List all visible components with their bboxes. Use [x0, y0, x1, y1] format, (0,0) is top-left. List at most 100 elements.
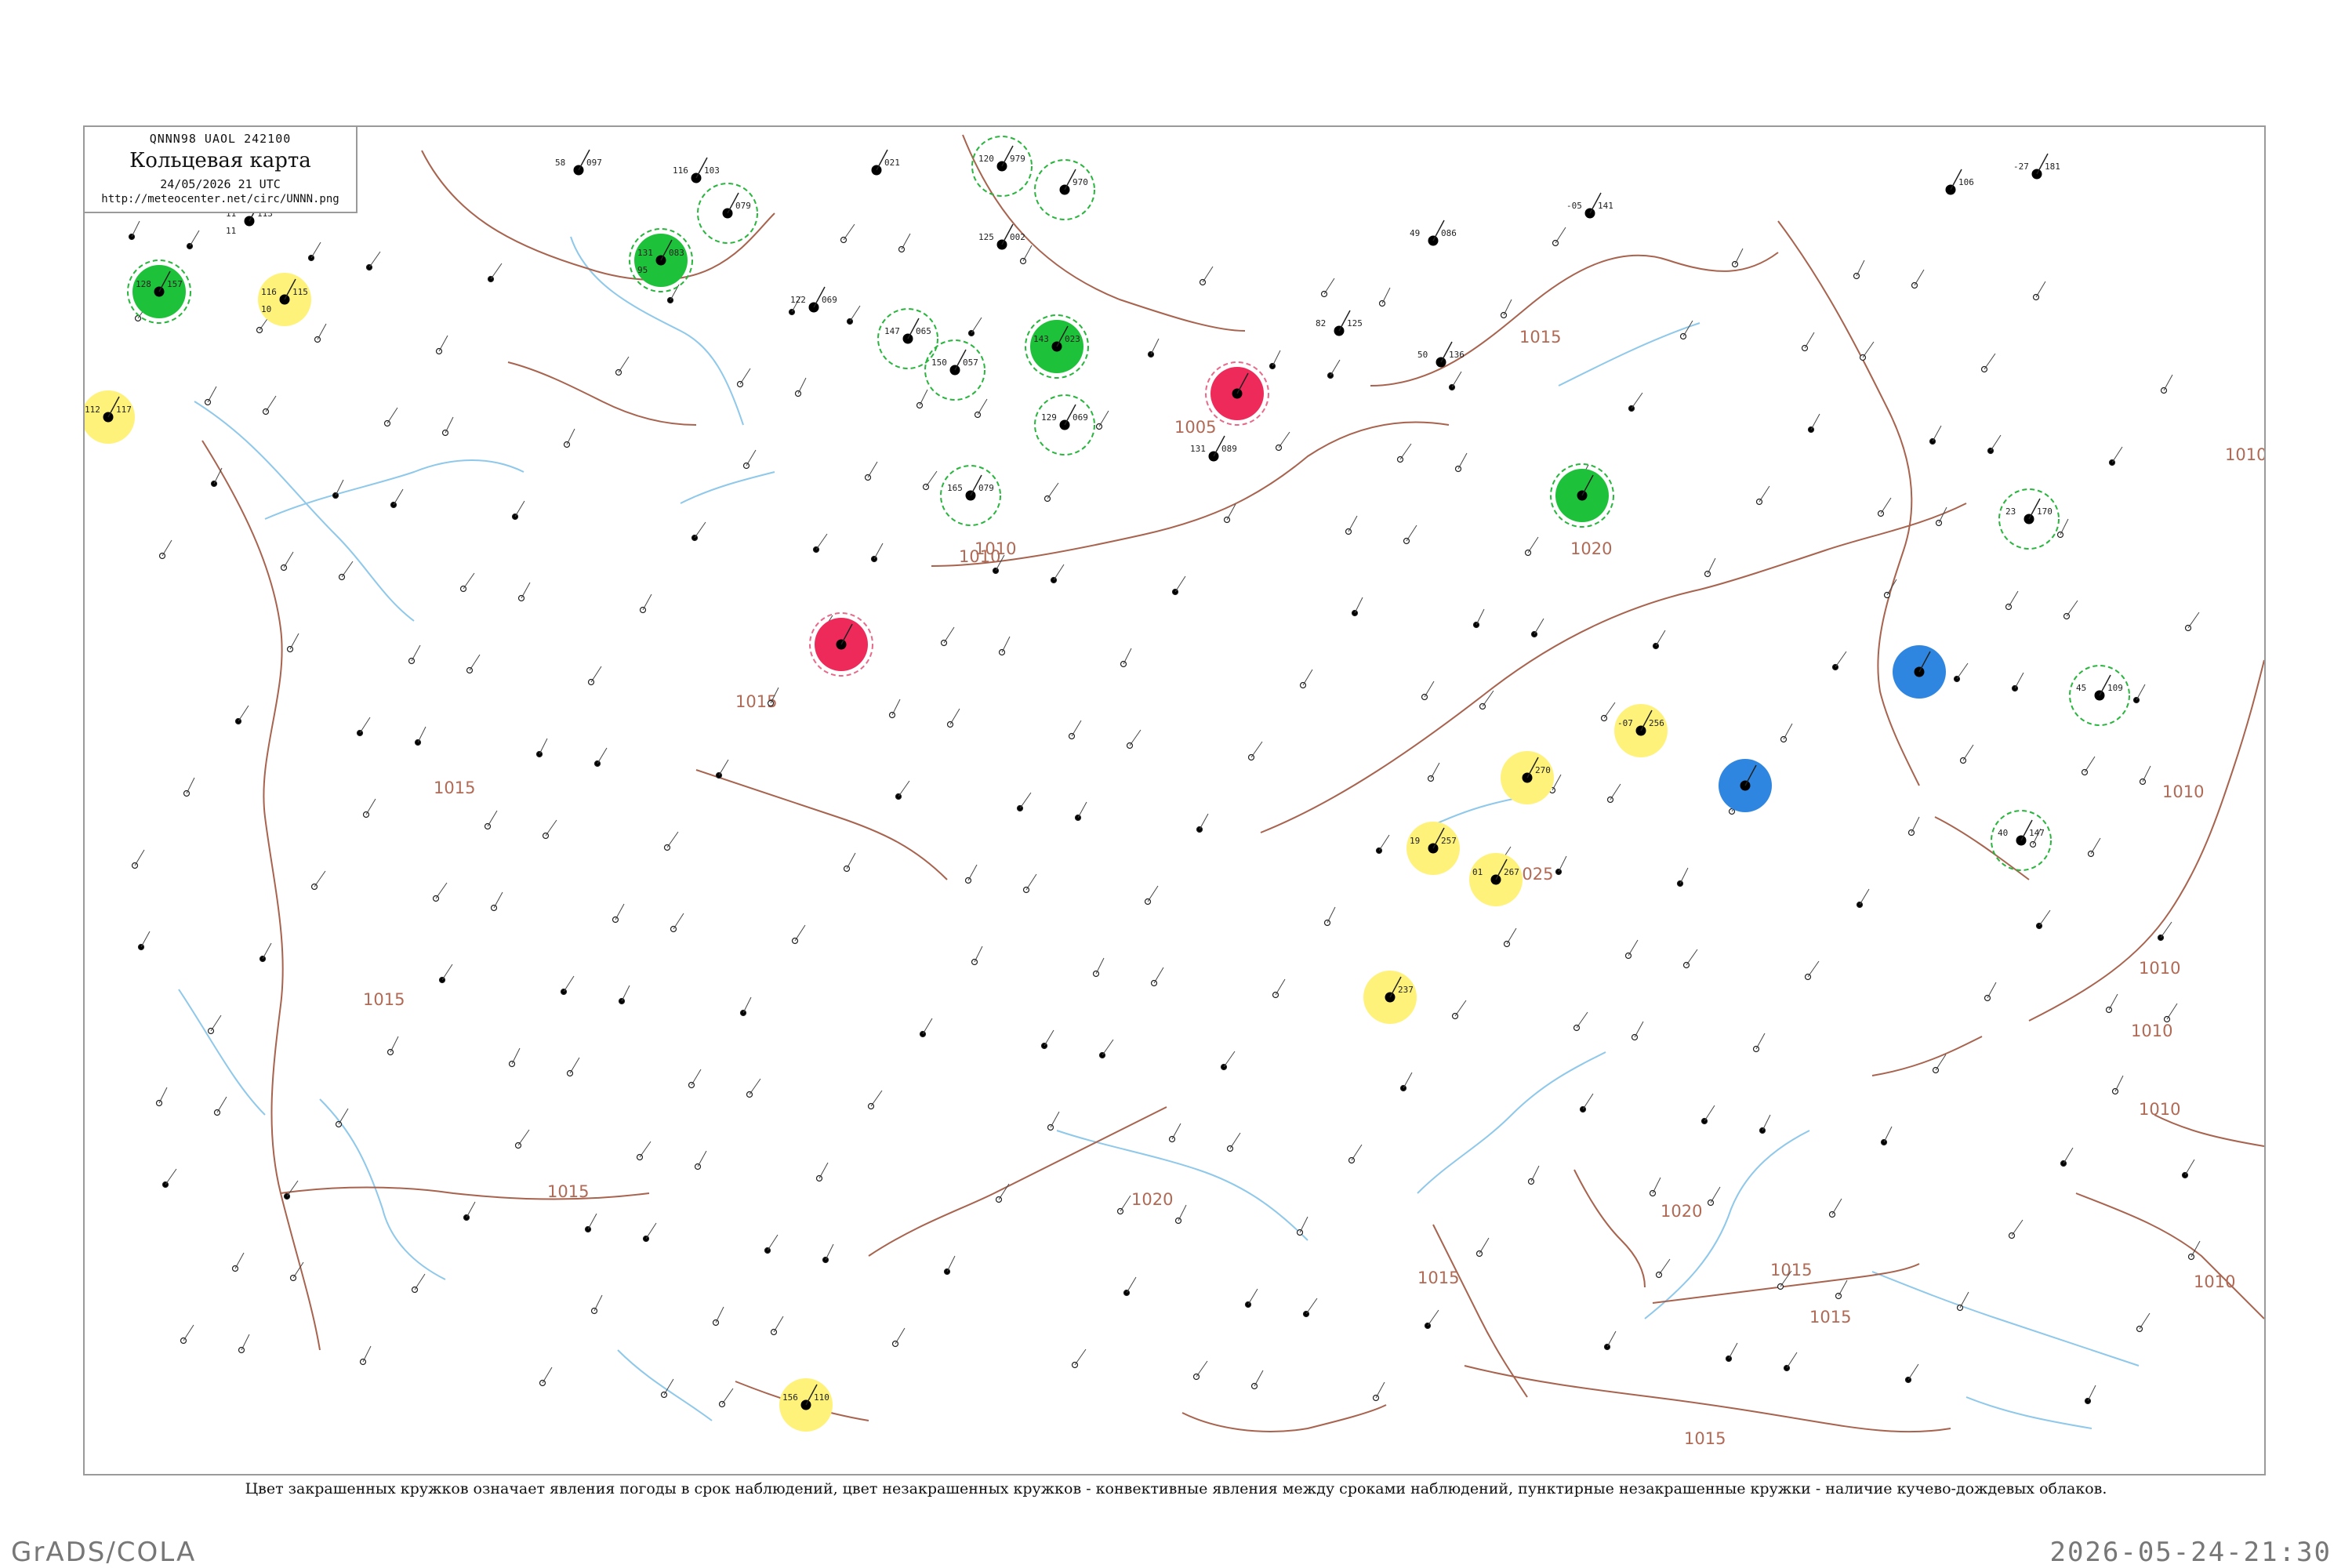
station-plot-haze[interactable]: 267 01 — [1469, 853, 1523, 906]
isobar-label: 1010 — [2162, 782, 2204, 801]
pressure-value: 103 — [704, 165, 720, 176]
station-plots[interactable]: 1621311113111115712811511610117112097581… — [85, 136, 2130, 1432]
rivers — [178, 236, 2140, 1429]
pressure-value: 970 — [1073, 177, 1088, 187]
pressure-value: 089 — [1221, 444, 1237, 454]
map-code-line: QNNN98 UAOL 242100 — [149, 132, 292, 146]
station-plot-rain[interactable]: 157 128 — [127, 260, 191, 324]
station-plot-fog[interactable] — [1893, 645, 1946, 699]
station-plot-haze[interactable]: 115 116 10 — [258, 273, 311, 326]
pressure-value: 270 — [1535, 765, 1551, 775]
dewpoint-value: 11 — [226, 226, 236, 236]
pressure-value: 136 — [1449, 350, 1465, 360]
station-plot-haze[interactable]: 257 19 — [1406, 822, 1460, 875]
pressure-value: 002 — [1010, 232, 1025, 242]
pressure-value: 065 — [916, 326, 931, 336]
station-plot-cb[interactable]: 069 129 — [1034, 394, 1095, 456]
temperature-value: 150 — [931, 358, 947, 368]
station-plot-plain[interactable]: 106 — [1945, 169, 1974, 195]
pressure-value: 069 — [822, 295, 837, 305]
pressure-value: 237 — [1398, 985, 1414, 995]
isobar-label: 1015 — [1519, 328, 1561, 347]
station-plot-cb[interactable]: 079 165 — [940, 465, 1001, 526]
station-plot-plain[interactable]: 103 116 — [673, 157, 720, 183]
map-source-url[interactable]: http://meteocenter.net/circ/UNNN.png — [85, 193, 356, 205]
temperature-value: 01 — [1472, 867, 1483, 877]
temperature-value: 49 — [1410, 228, 1420, 238]
pressure-value: 079 — [978, 483, 994, 493]
station-plot-cb[interactable]: 970 — [1034, 159, 1095, 220]
dewpoint-value: 10 — [261, 304, 271, 314]
pressure-value: 147 — [2029, 828, 2045, 838]
temperature-value: 45 — [2076, 683, 2086, 693]
pressure-value: 256 — [1649, 718, 1664, 728]
pressure-value: 109 — [2107, 683, 2123, 693]
station-plot-thunder[interactable] — [809, 612, 873, 677]
isobar-label: 1020 — [1131, 1190, 1173, 1209]
pressure-value: 170 — [2037, 506, 2053, 517]
title-box: QNNN98 UAOL 242100 Кольцевая карта 24/05… — [85, 127, 358, 213]
pressure-value: 023 — [1065, 334, 1080, 344]
footer-timestamp: 2026-05-24-21:30 — [2049, 1537, 2332, 1568]
temperature-value: 143 — [1033, 334, 1049, 344]
station-plot-thunder[interactable] — [1205, 361, 1269, 426]
station-plot-cb[interactable]: 170 23 — [1998, 488, 2060, 550]
station-plot-plain[interactable]: 089 131 — [1190, 435, 1237, 462]
pressure-value: 110 — [814, 1392, 829, 1403]
isobar-labels: 1005 1010 1010 1010 1010 1010 1015 1015 1015 1015… — [363, 328, 2264, 1448]
station-plot-haze[interactable]: 110 156 — [779, 1378, 833, 1432]
station-plot-haze[interactable]: 237 — [1363, 971, 1417, 1024]
station-plot-plain[interactable]: 097 58 — [555, 149, 602, 176]
isobar-label: 1010 — [2194, 1272, 2235, 1291]
isobar-label: 1020 — [1570, 539, 1612, 558]
station-plot-plain[interactable]: 086 49 — [1410, 220, 1457, 246]
pressure-value: 117 — [116, 405, 132, 415]
pressure-value: 125 — [1347, 318, 1363, 328]
temperature-value: 125 — [978, 232, 994, 242]
station-plot-plain[interactable]: 136 50 — [1417, 341, 1465, 368]
map-frame: 1005 1010 1010 1010 1010 1010 1015 1015 1015 1015… — [83, 125, 2266, 1475]
temperature-value: 122 — [790, 295, 806, 305]
station-plot-plain[interactable]: 125 82 — [1316, 310, 1363, 336]
pressure-value: 069 — [1073, 412, 1088, 423]
pressure-value: 083 — [669, 248, 684, 258]
weather-map[interactable]: 1005101010101010101010101015101510151015… — [85, 127, 2264, 1474]
station-plot-cb[interactable]: 079 — [697, 183, 758, 244]
station-plot-haze[interactable]: 117 112 — [85, 390, 135, 444]
isobar-label: 1020 — [1661, 1202, 1702, 1221]
station-plot-rain[interactable] — [1550, 463, 1614, 528]
pressure-value: 021 — [884, 158, 900, 168]
pressure-value: 141 — [1598, 201, 1613, 211]
temperature-value: -07 — [1617, 718, 1633, 728]
isobar-label: 1015 — [1684, 1429, 1726, 1448]
temperature-value: 40 — [1998, 828, 2008, 838]
temperature-value: -27 — [2013, 162, 2029, 172]
station-plot-haze[interactable]: 270 — [1501, 751, 1554, 804]
station-plot-cb[interactable]: 979 120 — [971, 136, 1033, 197]
pressure-value: 057 — [963, 358, 978, 368]
temperature-value: 112 — [85, 405, 100, 415]
station-plot-rain[interactable]: 083 131 95 — [629, 228, 693, 292]
station-plot-plain[interactable]: 141 -05 — [1566, 192, 1613, 219]
station-plot-cb[interactable]: 109 45 — [2069, 665, 2130, 726]
pressure-value: 267 — [1504, 867, 1519, 877]
station-plot-fog[interactable] — [1719, 759, 1772, 812]
temperature-value: 50 — [1417, 350, 1428, 360]
isobar-label: 1010 — [959, 547, 1000, 566]
temperature-value: 120 — [978, 154, 994, 164]
station-plot-plain[interactable]: 069 122 — [790, 286, 837, 313]
isobar-label: 1010 — [2225, 445, 2264, 464]
temperature-value: 129 — [1041, 412, 1057, 423]
station-plot-cb[interactable]: 147 40 — [1991, 810, 2052, 871]
station-plot-plain[interactable]: 181 -27 — [2013, 153, 2060, 180]
temperature-value: 156 — [782, 1392, 798, 1403]
station-plot-haze[interactable]: 256 -07 — [1614, 704, 1668, 757]
station-plot-cb[interactable]: 065 147 — [877, 308, 938, 369]
isobar-label: 1010 — [2139, 959, 2180, 978]
station-plot-rain[interactable]: 023 143 — [1025, 314, 1089, 379]
map-date: 24/05/2026 21 UTC — [160, 177, 281, 191]
station-plot-cb[interactable]: 057 150 — [924, 339, 985, 401]
station-plot-plain[interactable]: 021 — [871, 149, 900, 176]
temperature-value: 116 — [673, 165, 688, 176]
footer-credit: GrADS/COLA — [11, 1537, 197, 1568]
